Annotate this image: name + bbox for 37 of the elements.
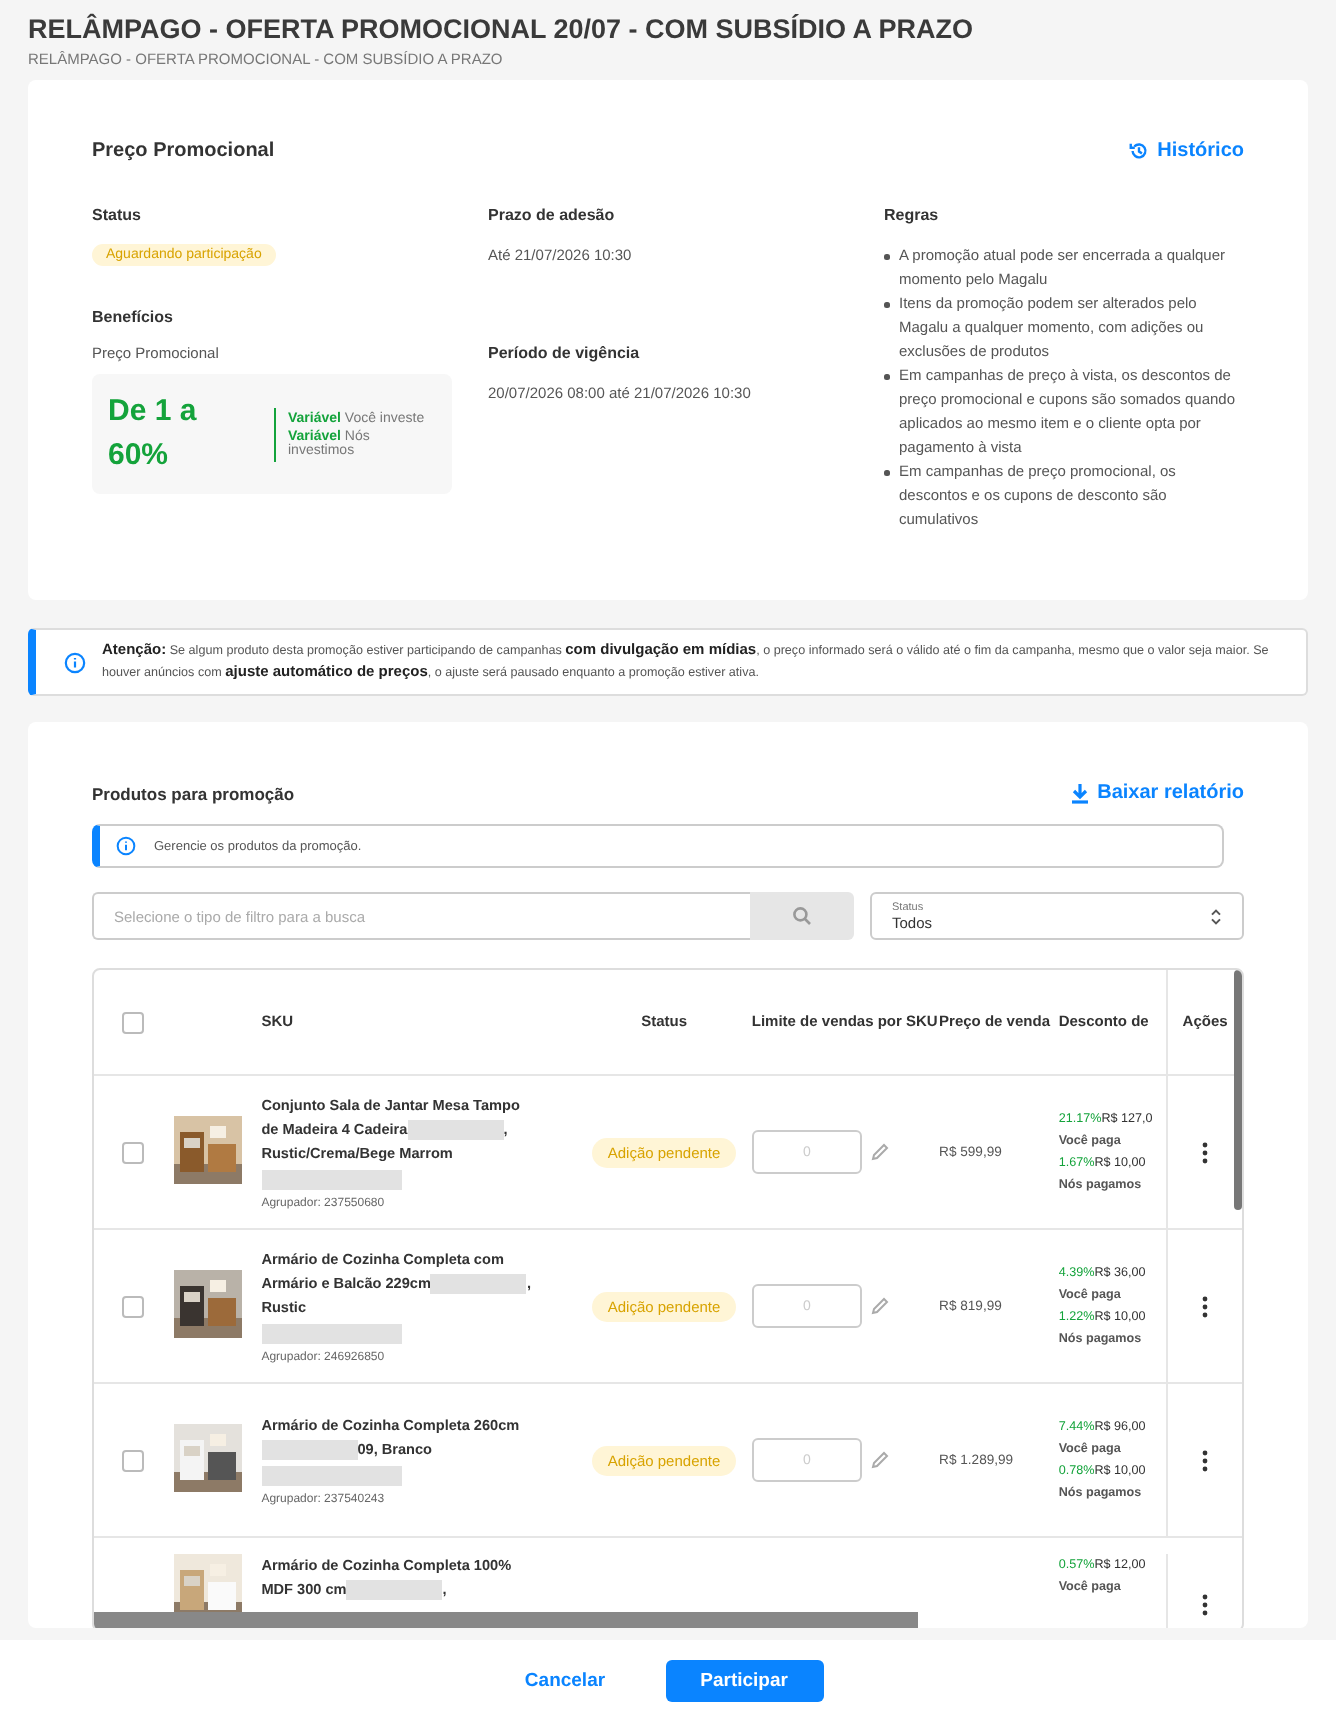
products-title: Produtos para promoção	[92, 783, 295, 803]
download-report-link[interactable]: Baixar relatório	[1069, 782, 1244, 804]
cancel-button[interactable]: Cancelar	[512, 1667, 618, 1693]
info-icon	[116, 836, 136, 856]
bullet-icon	[884, 254, 889, 259]
checkbox[interactable]	[122, 1141, 145, 1163]
more-icon[interactable]	[1202, 1295, 1209, 1317]
info-icon	[64, 651, 86, 673]
pencil-icon[interactable]	[869, 1450, 890, 1470]
period-label: Período de vigência	[488, 344, 642, 362]
page-title: RELÂMPAGO - OFERTA PROMOCIONAL 20/07 - COM SUBSÍDIO A PRAZO	[28, 14, 976, 44]
checkbox[interactable]	[122, 1295, 145, 1317]
scrollbar[interactable]	[1234, 970, 1242, 1210]
download-icon	[1069, 782, 1090, 804]
status-label: Status	[92, 206, 143, 224]
pencil-icon[interactable]	[869, 1296, 890, 1316]
more-icon[interactable]	[1202, 1449, 1209, 1471]
participate-button[interactable]: Participar	[665, 1659, 824, 1701]
search-button[interactable]	[750, 892, 854, 940]
benefits-label: Benefícios	[92, 308, 175, 326]
benefit-range: De 1 a 60%	[108, 392, 199, 476]
history-link[interactable]: Histórico	[1127, 140, 1244, 162]
checkbox[interactable]	[122, 1449, 145, 1471]
search-icon	[792, 906, 812, 926]
bullet-icon	[884, 470, 889, 475]
history-icon	[1127, 140, 1150, 162]
checkbox[interactable]	[122, 1011, 145, 1033]
deadline-label: Prazo de adesão	[488, 206, 617, 224]
pencil-icon[interactable]	[869, 1142, 890, 1162]
chevron-icon	[1210, 907, 1222, 925]
promotion-title: Preço Promocional	[92, 140, 275, 162]
bullet-icon	[884, 302, 889, 307]
more-icon[interactable]	[1202, 1594, 1209, 1616]
bullet-icon	[884, 374, 889, 379]
more-icon[interactable]	[1202, 1141, 1209, 1163]
scrollbar[interactable]	[94, 1612, 918, 1628]
rules-label: Regras	[884, 206, 941, 224]
